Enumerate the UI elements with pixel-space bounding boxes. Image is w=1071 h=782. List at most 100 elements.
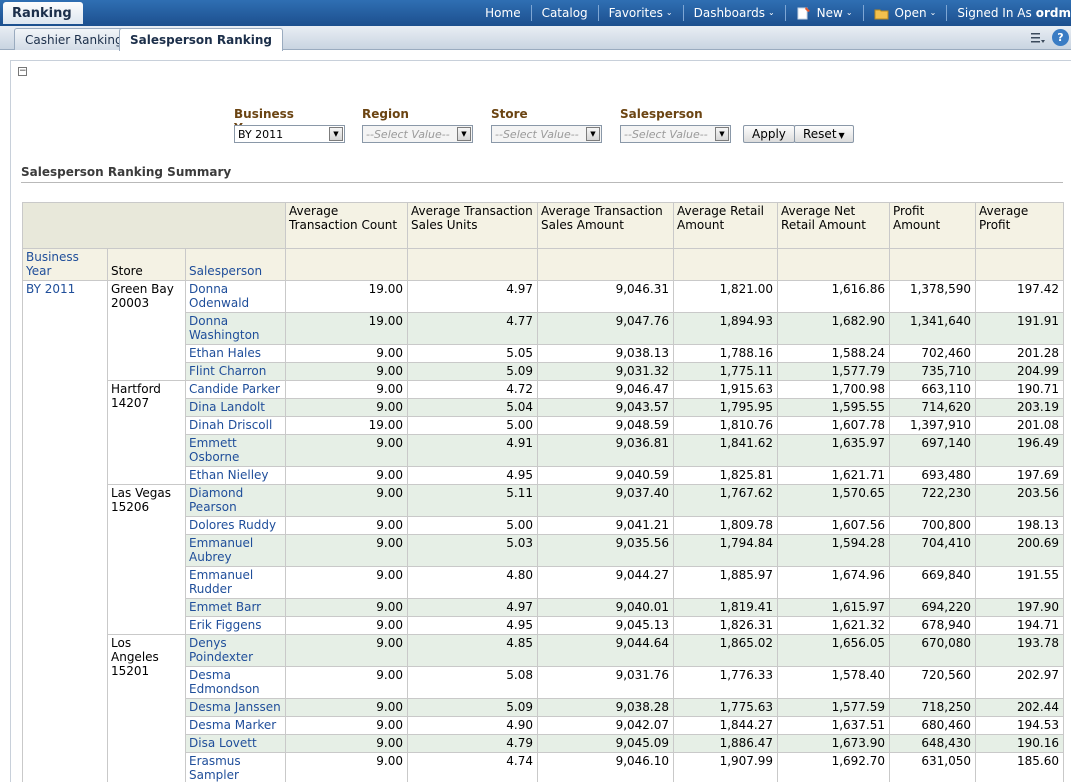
salesperson-link[interactable]: Ethan Hales: [184, 344, 287, 363]
cell-average-retail-amount: 1,810.76: [673, 416, 779, 435]
cell-average-transaction-sales-units: 5.00: [407, 516, 539, 535]
salesperson-link[interactable]: Diamond Pearson: [184, 484, 287, 517]
region-placeholder: --Select Value--: [366, 128, 450, 141]
cell-average-transaction-sales-units: 4.80: [407, 566, 539, 599]
cell-average-retail-amount: 1,794.84: [673, 534, 779, 567]
nav-home[interactable]: Home: [475, 5, 530, 21]
salesperson-link[interactable]: Disa Lovett: [184, 734, 287, 753]
salesperson-link[interactable]: Desma Marker: [184, 716, 287, 735]
cell-average-transaction-sales-amount: 9,045.09: [537, 734, 675, 753]
salesperson-link[interactable]: Ethan Nielley: [184, 466, 287, 485]
help-icon[interactable]: ?: [1052, 29, 1069, 46]
salesperson-link[interactable]: Emmett Osborne: [184, 434, 287, 467]
tab-cashier-ranking[interactable]: Cashier Ranking: [14, 28, 134, 50]
chevron-down-icon[interactable]: ▼: [457, 127, 471, 141]
apply-button[interactable]: Apply: [743, 125, 795, 143]
store-placeholder: --Select Value--: [495, 128, 579, 141]
cell-average-transaction-sales-amount: 9,044.27: [537, 566, 675, 599]
header-row-dimensions: Business Year Store Salesperson: [22, 248, 1065, 281]
cell-average-net-retail-amount: 1,656.05: [777, 634, 891, 667]
table-row: Hartford 14207 Candide Parker 9.00 4.72 9,04…: [23, 380, 1065, 485]
header-spacer: [889, 248, 977, 281]
cell-average-transaction-sales-units: 4.95: [407, 616, 539, 635]
region-select[interactable]: --Select Value-- ▼: [362, 125, 473, 143]
cell-average-transaction-sales-amount: 9,046.31: [537, 280, 675, 313]
chevron-down-icon[interactable]: ▼: [715, 127, 729, 141]
chevron-down-icon[interactable]: ▼: [329, 127, 343, 141]
cell-average-transaction-count: 9.00: [285, 484, 409, 517]
salesperson-link[interactable]: Emmanuel Aubrey: [184, 534, 287, 567]
cell-average-transaction-sales-amount: 9,042.07: [537, 716, 675, 735]
chevron-down-icon[interactable]: ▼: [586, 127, 600, 141]
salesperson-link[interactable]: Candide Parker: [184, 380, 287, 399]
nav-dashboards[interactable]: Dashboards ⌄: [682, 5, 785, 21]
cell-average-profit: 201.08: [975, 416, 1065, 435]
cell-average-transaction-count: 9.00: [285, 566, 409, 599]
store-select[interactable]: --Select Value-- ▼: [491, 125, 602, 143]
salesperson-link[interactable]: Emmet Barr: [184, 598, 287, 617]
row-header-business-year[interactable]: Business Year: [22, 248, 108, 281]
salesperson-placeholder: --Select Value--: [624, 128, 708, 141]
cell-profit-amount: 720,560: [889, 666, 977, 699]
cell-profit-amount: 702,460: [889, 344, 977, 363]
salesperson-link[interactable]: Flint Charron: [184, 362, 287, 381]
header-corner: [21, 202, 287, 249]
chevron-down-icon: ⌄: [767, 8, 775, 17]
salesperson-link[interactable]: Donna Odenwald: [184, 280, 287, 313]
salesperson-link[interactable]: Dinah Driscoll: [184, 416, 287, 435]
salesperson-link[interactable]: Emmanuel Rudder: [184, 566, 287, 599]
cell-average-transaction-sales-amount: 9,035.56: [537, 534, 675, 567]
salesperson-link[interactable]: Donna Washington: [184, 312, 287, 345]
cell-average-transaction-count: 19.00: [285, 312, 409, 345]
cell-average-retail-amount: 1,819.41: [673, 598, 779, 617]
prompt-label-salesperson: Salesperson: [620, 107, 703, 121]
nav-favorites[interactable]: Favorites ⌄: [597, 5, 683, 21]
cell-average-retail-amount: 1,841.62: [673, 434, 779, 467]
collapse-section-icon[interactable]: −: [18, 67, 27, 76]
store-cell: Hartford 14207: [107, 380, 186, 485]
cell-average-retail-amount: 1,809.78: [673, 516, 779, 535]
salesperson-link[interactable]: Erik Figgens: [184, 616, 287, 635]
nav-label: Home: [485, 6, 521, 20]
cell-average-transaction-sales-units: 4.91: [407, 434, 539, 467]
business-year-cell[interactable]: BY 2011: [22, 280, 108, 782]
column-header-profit-amount: Profit Amount: [889, 202, 977, 249]
tab-salesperson-ranking[interactable]: Salesperson Ranking: [119, 28, 283, 51]
business-year-select[interactable]: BY 2011 ▼: [234, 125, 345, 143]
cell-average-transaction-sales-units: 4.79: [407, 734, 539, 753]
cell-average-profit: 190.71: [975, 380, 1065, 399]
cell-average-transaction-sales-units: 5.05: [407, 344, 539, 363]
cell-profit-amount: 693,480: [889, 466, 977, 485]
nav-open[interactable]: Open ⌄: [862, 5, 947, 21]
cell-profit-amount: 669,840: [889, 566, 977, 599]
cell-profit-amount: 722,230: [889, 484, 977, 517]
cell-average-net-retail-amount: 1,692.70: [777, 752, 891, 782]
nav-new[interactable]: New ⌄: [784, 5, 863, 21]
salesperson-link[interactable]: Desma Janssen: [184, 698, 287, 717]
cell-average-transaction-sales-units: 5.11: [407, 484, 539, 517]
signed-in-label: Signed In As: [957, 6, 1032, 20]
salesperson-link[interactable]: Denys Poindexter: [184, 634, 287, 667]
cell-average-transaction-sales-amount: 9,048.59: [537, 416, 675, 435]
cell-average-profit: 197.69: [975, 466, 1065, 485]
salesperson-link[interactable]: Erasmus Sampler: [184, 752, 287, 782]
cell-average-transaction-sales-amount: 9,031.76: [537, 666, 675, 699]
cell-average-transaction-sales-amount: 9,045.13: [537, 616, 675, 635]
cell-average-transaction-sales-units: 4.85: [407, 634, 539, 667]
table-row: Las Vegas 15206 Diamond Pearson 9.00 5.11 9,…: [23, 484, 1065, 635]
cell-average-transaction-sales-units: 5.04: [407, 398, 539, 417]
reset-button[interactable]: Reset ▼: [794, 125, 854, 143]
salesperson-link[interactable]: Dina Landolt: [184, 398, 287, 417]
cell-average-profit: 203.19: [975, 398, 1065, 417]
row-header-store: Store: [107, 248, 186, 281]
cell-average-net-retail-amount: 1,673.90: [777, 734, 891, 753]
page-options-icon[interactable]: [1030, 31, 1046, 45]
header-row-measures: Average Transaction Count Average Transac…: [21, 202, 1065, 249]
user-name[interactable]: ordm: [1036, 6, 1071, 20]
salesperson-select[interactable]: --Select Value-- ▼: [620, 125, 731, 143]
cell-average-transaction-count: 9.00: [285, 752, 409, 782]
nav-catalog[interactable]: Catalog: [530, 5, 598, 21]
row-header-salesperson[interactable]: Salesperson: [184, 248, 287, 281]
salesperson-link[interactable]: Dolores Ruddy: [184, 516, 287, 535]
salesperson-link[interactable]: Desma Edmondson: [184, 666, 287, 699]
